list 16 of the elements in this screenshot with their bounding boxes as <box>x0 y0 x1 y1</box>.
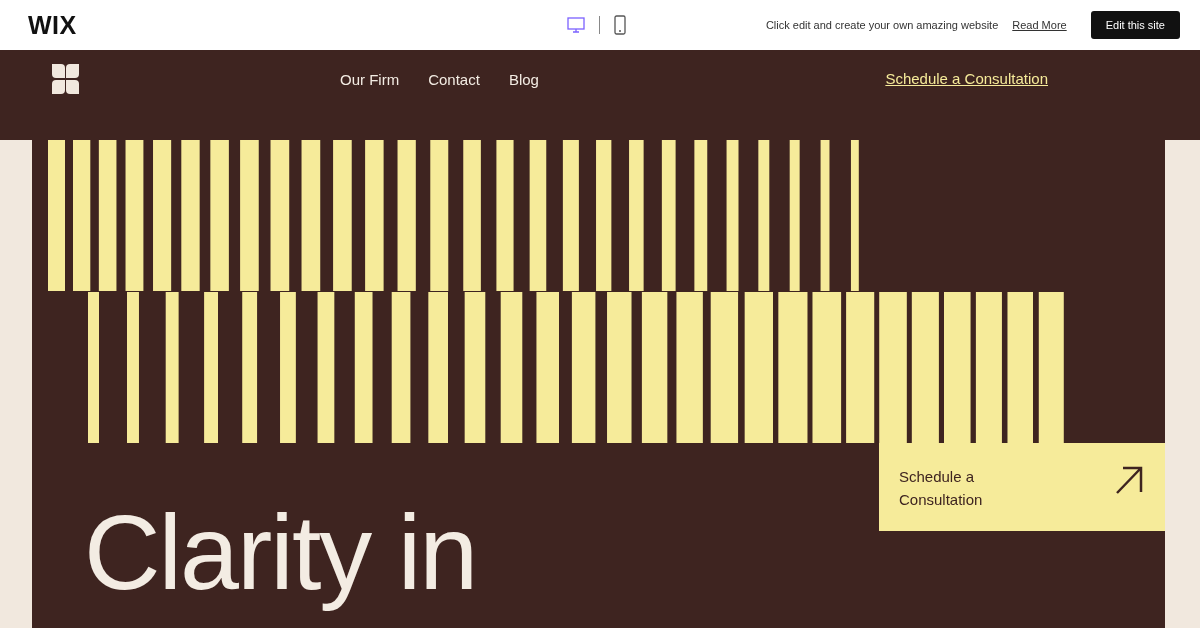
nav-link[interactable]: Blog <box>508 71 539 88</box>
read-more-link[interactable]: Read More <box>1012 19 1067 31</box>
desktop-view-button[interactable] <box>566 16 585 34</box>
phone-icon <box>613 15 626 35</box>
edit-site-button[interactable]: Edit this site <box>1090 11 1180 39</box>
consultation-card[interactable]: Schedule a Consultation <box>879 443 1165 531</box>
logo: WIX <box>28 10 77 40</box>
consultation-link[interactable]: Schedule a Consultation <box>885 64 1048 87</box>
arrow-up-right-icon <box>1115 465 1143 495</box>
mobile-view-button[interactable] <box>613 15 626 35</box>
flower-logo-icon[interactable] <box>52 64 79 94</box>
desktop-icon <box>566 16 585 34</box>
promo-text: Click edit and create your own amazing website <box>765 19 999 31</box>
nav-link[interactable]: Our Firm <box>340 71 400 88</box>
hero-heading: Clarity in <box>83 492 477 613</box>
nav-link[interactable]: Contact <box>428 71 480 88</box>
